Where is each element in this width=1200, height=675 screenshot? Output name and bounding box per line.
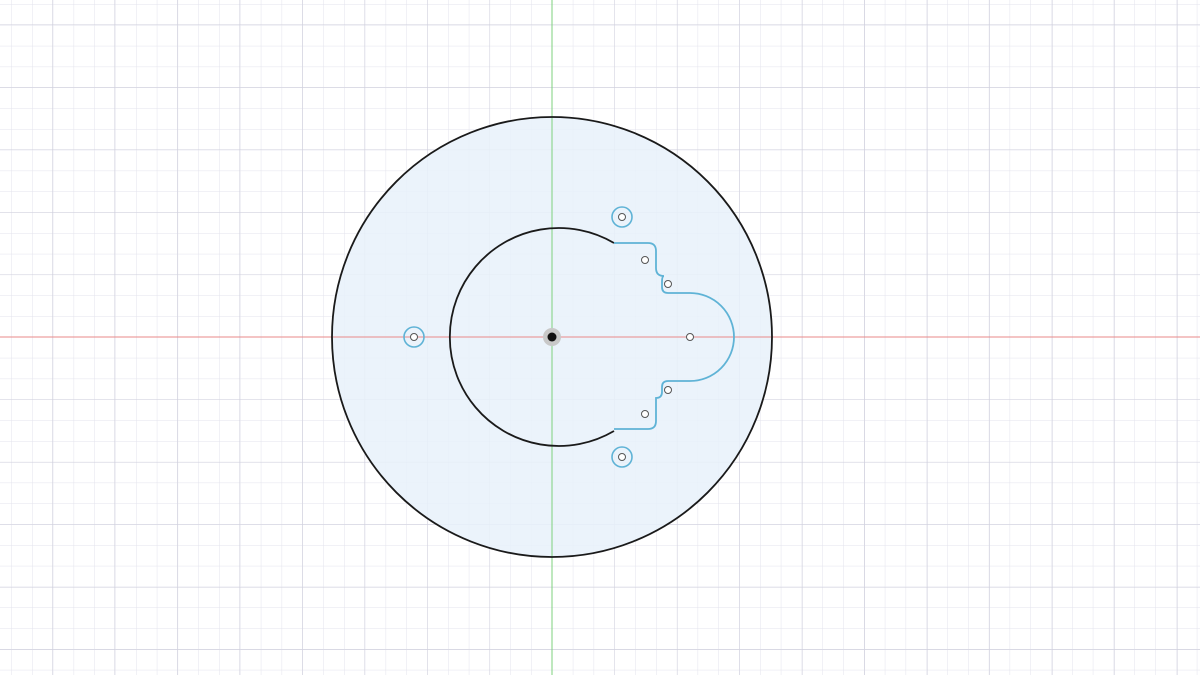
origin-point[interactable]	[543, 328, 561, 346]
hole-center[interactable]	[618, 213, 626, 221]
origin-dot[interactable]	[547, 332, 557, 342]
tab-arc-center[interactable]	[686, 333, 694, 341]
tab-point-lower-inner[interactable]	[664, 386, 672, 394]
tab-point-upper[interactable]	[641, 256, 649, 264]
hole-center[interactable]	[618, 453, 626, 461]
hole-center[interactable]	[410, 333, 418, 341]
sketch-svg[interactable]	[0, 0, 1200, 675]
tab-point-lower[interactable]	[641, 410, 649, 418]
tab-point-upper-inner[interactable]	[664, 280, 672, 288]
sketch-canvas[interactable]	[0, 0, 1200, 675]
